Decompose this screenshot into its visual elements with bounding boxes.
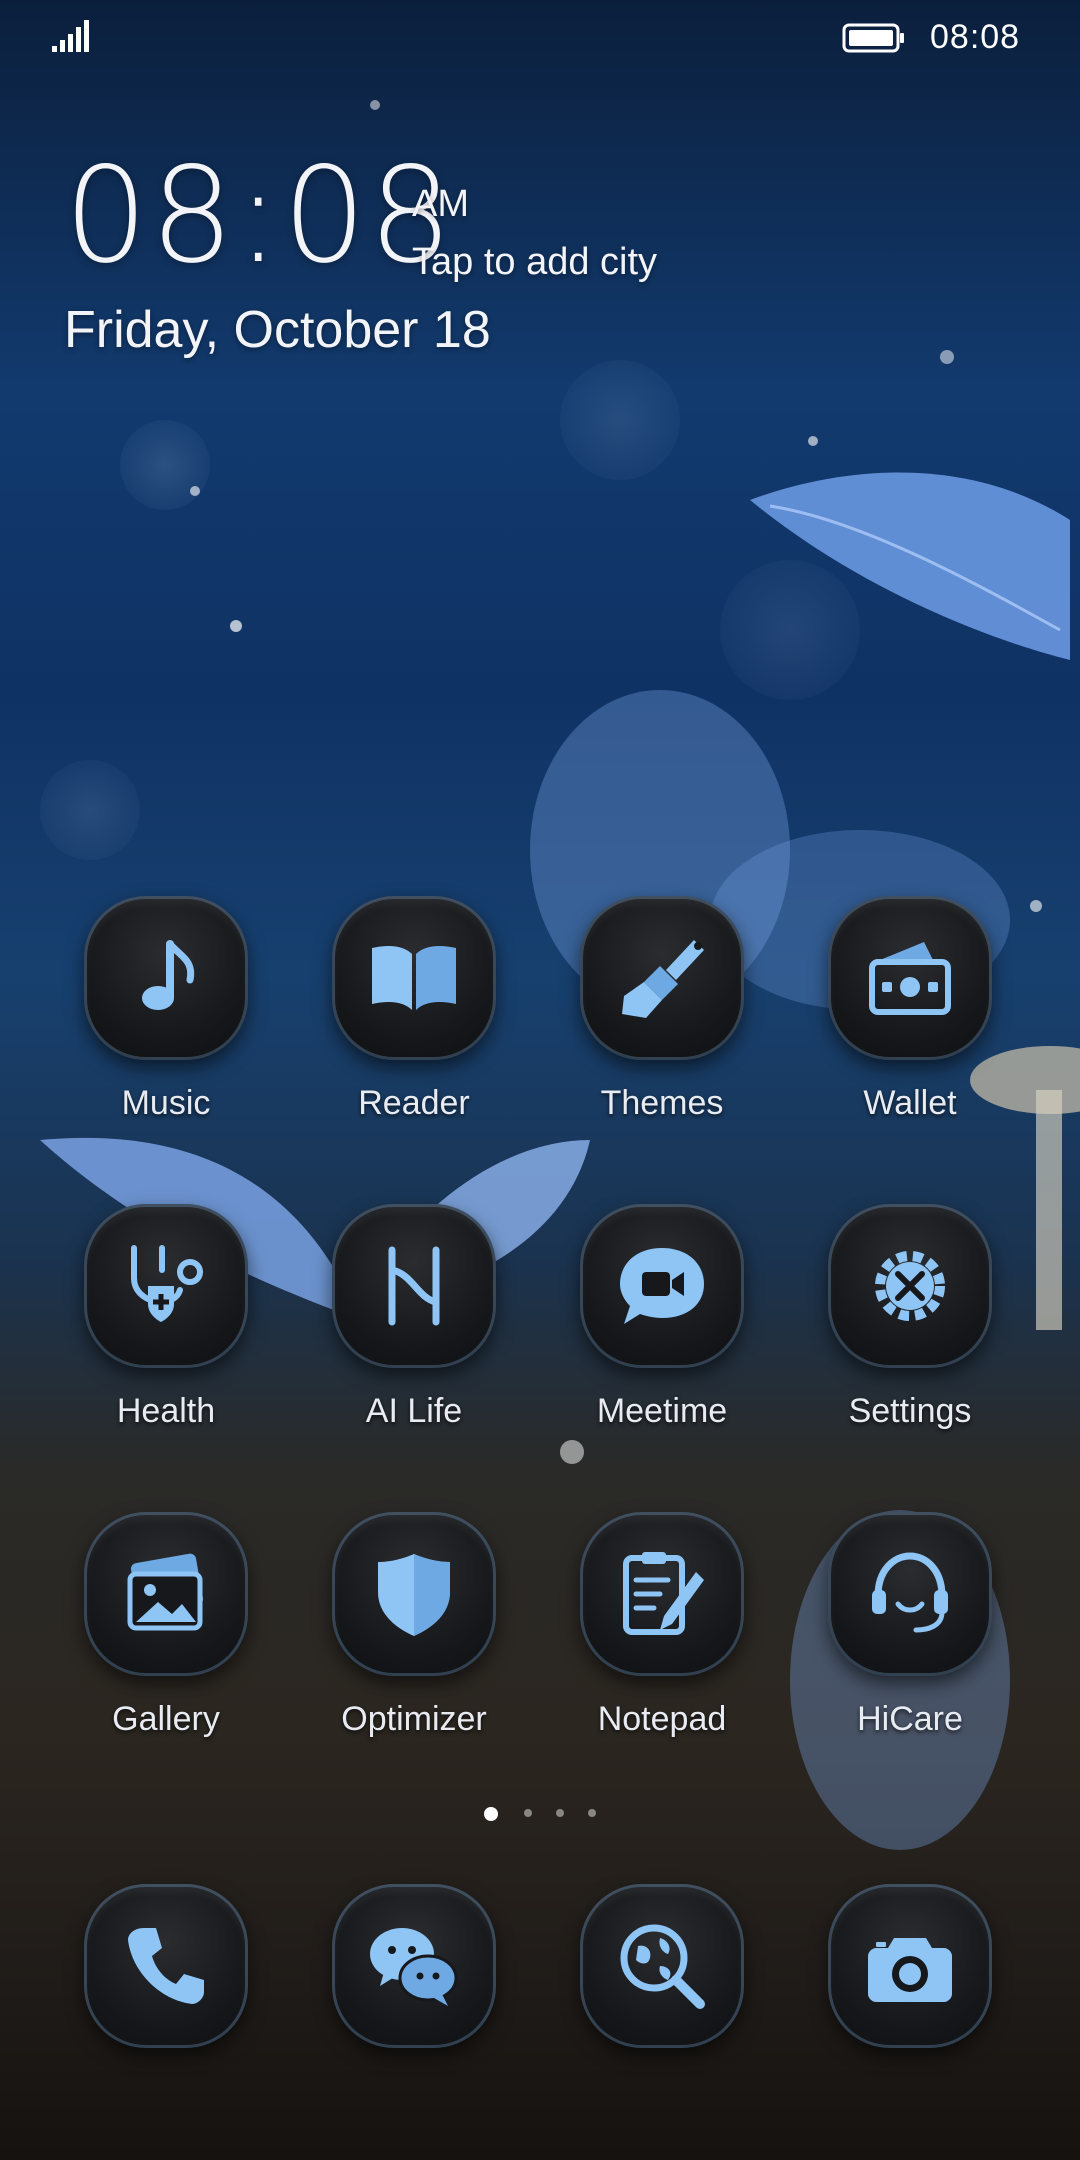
ai-life-icon [388, 1246, 440, 1326]
page-dot[interactable] [588, 1809, 596, 1817]
globe-search-icon [620, 1924, 705, 2009]
app-hicare[interactable]: HiCare [786, 1512, 1034, 1784]
app-icon-tile[interactable] [84, 1204, 248, 1368]
stethoscope-icon [131, 1245, 203, 1322]
wallpaper-bokeh [720, 560, 860, 700]
app-icon-tile[interactable] [332, 1512, 496, 1676]
headset-icon [872, 1552, 948, 1633]
app-themes[interactable]: Themes [538, 896, 786, 1168]
app-label: Notepad [597, 1700, 727, 1738]
wallpaper-bokeh [560, 360, 680, 480]
wallet-icon [869, 942, 951, 1015]
app-label: Gallery [112, 1700, 220, 1738]
app-icon-tile[interactable] [332, 1204, 496, 1368]
app-health[interactable]: Health [42, 1204, 290, 1476]
app-reader[interactable]: Reader [290, 896, 538, 1168]
app-icon-tile[interactable] [84, 1512, 248, 1676]
dock-phone[interactable] [42, 1884, 290, 2064]
dock-messaging[interactable] [290, 1884, 538, 2064]
app-optimizer[interactable]: Optimizer [290, 1512, 538, 1784]
music-note-icon [142, 940, 195, 1010]
add-city-link[interactable]: Tap to add city [412, 242, 657, 282]
app-label: Themes [600, 1084, 724, 1122]
app-icon-tile[interactable] [828, 896, 992, 1060]
page-dot-active[interactable] [484, 1807, 498, 1821]
clipboard-pencil-icon [623, 1552, 704, 1635]
app-label: Reader [358, 1084, 470, 1122]
app-label: AI Life [365, 1392, 463, 1430]
app-icon-tile[interactable] [828, 1204, 992, 1368]
app-icon-tile[interactable] [580, 1512, 744, 1676]
wallpaper-bokeh [230, 620, 242, 632]
app-icon-tile[interactable] [828, 1884, 992, 2048]
app-meetime[interactable]: Meetime [538, 1204, 786, 1476]
app-icon-tile[interactable] [580, 1204, 744, 1368]
page-dot[interactable] [524, 1809, 532, 1817]
app-label: Health [116, 1392, 216, 1430]
app-icon-tile[interactable] [580, 896, 744, 1060]
page-dot[interactable] [556, 1809, 564, 1817]
battery-full-icon [842, 23, 904, 53]
status-bar: 08:08 [0, 0, 1080, 72]
app-icon-tile[interactable] [580, 1884, 744, 2048]
open-book-icon [372, 946, 456, 1010]
page-indicator[interactable] [484, 1804, 604, 1824]
wallpaper-bokeh [120, 420, 210, 510]
clock-time[interactable]: 08:08 [64, 150, 454, 282]
status-bar-time: 08:08 [930, 18, 1021, 56]
clock-widget[interactable]: 08:08 AM Tap to add city Friday, October… [64, 150, 764, 370]
app-ai-life[interactable]: AI Life [290, 1204, 538, 1476]
home-screen: 08:08 08:08 AM Tap to add city Friday, O… [0, 0, 1080, 2160]
clock-date: Friday, October 18 [64, 301, 491, 359]
app-icon-tile[interactable] [828, 1512, 992, 1676]
dock-camera[interactable] [786, 1884, 1034, 2064]
app-label: Wallet [863, 1084, 957, 1122]
app-settings[interactable]: Settings [786, 1204, 1034, 1476]
app-label: Optimizer [341, 1700, 487, 1738]
camera-icon [868, 1938, 952, 2002]
chat-bubbles-icon [370, 1928, 458, 2006]
app-icon-tile[interactable] [84, 1884, 248, 2048]
app-icon-tile[interactable] [332, 896, 496, 1060]
gear-tools-icon [875, 1251, 945, 1321]
wallpaper-bokeh [190, 486, 200, 496]
app-icon-tile[interactable] [84, 896, 248, 1060]
app-music[interactable]: Music [42, 896, 290, 1168]
app-label: HiCare [857, 1700, 963, 1738]
app-label: Settings [848, 1392, 972, 1430]
video-chat-icon [620, 1248, 704, 1324]
app-icon-tile[interactable] [332, 1884, 496, 2048]
app-wallet[interactable]: Wallet [786, 896, 1034, 1168]
butterfly-wing-right [750, 472, 1070, 660]
app-notepad[interactable]: Notepad [538, 1512, 786, 1784]
wallpaper-bokeh [808, 436, 818, 446]
app-label: Meetime [596, 1392, 728, 1430]
wallpaper-bokeh [40, 760, 140, 860]
shield-icon [378, 1554, 450, 1636]
phone-icon [128, 1928, 204, 2004]
app-label: Music [121, 1084, 211, 1122]
photos-icon [127, 1553, 204, 1631]
wallpaper-bokeh [370, 100, 380, 110]
signal-strength-icon [52, 20, 89, 52]
paint-brush-icon [622, 940, 704, 1018]
app-gallery[interactable]: Gallery [42, 1512, 290, 1784]
dock-browser[interactable] [538, 1884, 786, 2064]
clock-am-pm: AM [412, 183, 469, 225]
wallpaper-bokeh [940, 350, 954, 364]
